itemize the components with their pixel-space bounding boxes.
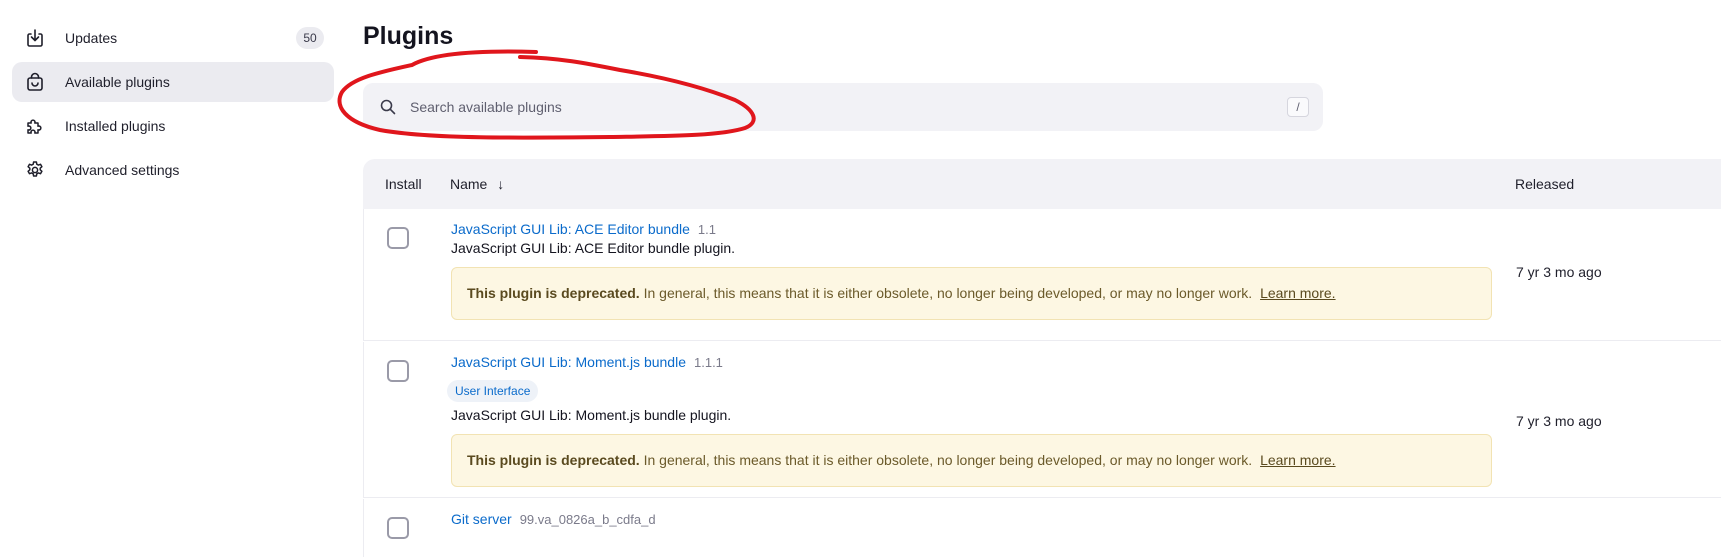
plugin-name-link[interactable]: JavaScript GUI Lib: ACE Editor bundle 1.1 [451, 221, 716, 237]
learn-more-link[interactable]: Learn more. [1260, 285, 1335, 301]
column-header-released[interactable]: Released [1515, 159, 1574, 209]
sidebar-item-advanced-settings[interactable]: Advanced settings [12, 150, 334, 190]
plugin-name: Git server [451, 511, 512, 527]
plugin-name: JavaScript GUI Lib: ACE Editor bundle [451, 221, 690, 237]
sidebar-item-label: Available plugins [65, 74, 170, 90]
plugin-name: JavaScript GUI Lib: Moment.js bundle [451, 354, 686, 370]
install-checkbox[interactable] [387, 517, 409, 539]
plugins-table: Install Name ↓ Released JavaScript GUI L… [363, 159, 1721, 557]
deprecation-warning: This plugin is deprecated. In general, t… [451, 267, 1492, 320]
warning-text: In general, this means that it is either… [643, 285, 1253, 301]
plugin-version: 99.va_0826a_b_cdfa_d [519, 512, 656, 527]
table-row: Git server 99.va_0826a_b_cdfa_d [363, 499, 1721, 557]
updates-count-badge: 50 [296, 27, 324, 49]
sidebar-item-updates[interactable]: Updates 50 [12, 18, 334, 58]
released-date: 7 yr 3 mo ago [1516, 264, 1602, 280]
warning-text: In general, this means that it is either… [643, 452, 1253, 468]
warning-title: This plugin is deprecated. [467, 285, 640, 301]
column-header-name[interactable]: Name ↓ [450, 159, 504, 209]
sidebar-item-available-plugins[interactable]: Available plugins [12, 62, 334, 102]
keyboard-shortcut-hint: / [1287, 97, 1309, 117]
puzzle-icon [24, 115, 46, 137]
sidebar-item-label: Installed plugins [65, 118, 166, 134]
table-row: JavaScript GUI Lib: ACE Editor bundle 1.1… [363, 209, 1721, 341]
learn-more-link[interactable]: Learn more. [1260, 452, 1335, 468]
deprecation-warning: This plugin is deprecated. In general, t… [451, 434, 1492, 487]
plugin-description: JavaScript GUI Lib: ACE Editor bundle pl… [451, 240, 736, 256]
shopping-bag-icon [24, 71, 46, 93]
gear-icon [24, 159, 46, 181]
table-header: Install Name ↓ Released [363, 159, 1721, 209]
plugin-name-link[interactable]: Git server 99.va_0826a_b_cdfa_d [451, 511, 656, 527]
plugin-version: 1.1 [697, 222, 716, 237]
sidebar: Updates 50 Available plugins Installed p… [12, 18, 334, 194]
plugin-version: 1.1.1 [694, 355, 723, 370]
sidebar-item-label: Updates [65, 30, 118, 46]
category-tag[interactable]: User Interface [447, 380, 539, 402]
released-date: 7 yr 3 mo ago [1516, 413, 1602, 429]
page-title: Plugins [363, 22, 454, 50]
table-row: JavaScript GUI Lib: Moment.js bundle 1.1.… [363, 342, 1721, 498]
plugin-manager-page: Updates 50 Available plugins Installed p… [0, 0, 1721, 557]
install-checkbox[interactable] [387, 360, 409, 382]
plugin-name-link[interactable]: JavaScript GUI Lib: Moment.js bundle 1.1.… [451, 354, 723, 370]
download-icon [24, 27, 46, 49]
search-input[interactable] [410, 83, 1230, 131]
sidebar-item-label: Advanced settings [65, 162, 180, 178]
plugin-description: JavaScript GUI Lib: Moment.js bundle plu… [451, 407, 732, 423]
sidebar-item-installed-plugins[interactable]: Installed plugins [12, 106, 334, 146]
search-icon [379, 98, 397, 116]
warning-title: This plugin is deprecated. [467, 452, 640, 468]
install-checkbox[interactable] [387, 227, 409, 249]
column-header-install: Install [385, 176, 422, 192]
search-bar[interactable]: / [363, 83, 1323, 131]
sort-arrow-icon: ↓ [497, 176, 505, 192]
column-header-name-label: Name [450, 176, 488, 192]
